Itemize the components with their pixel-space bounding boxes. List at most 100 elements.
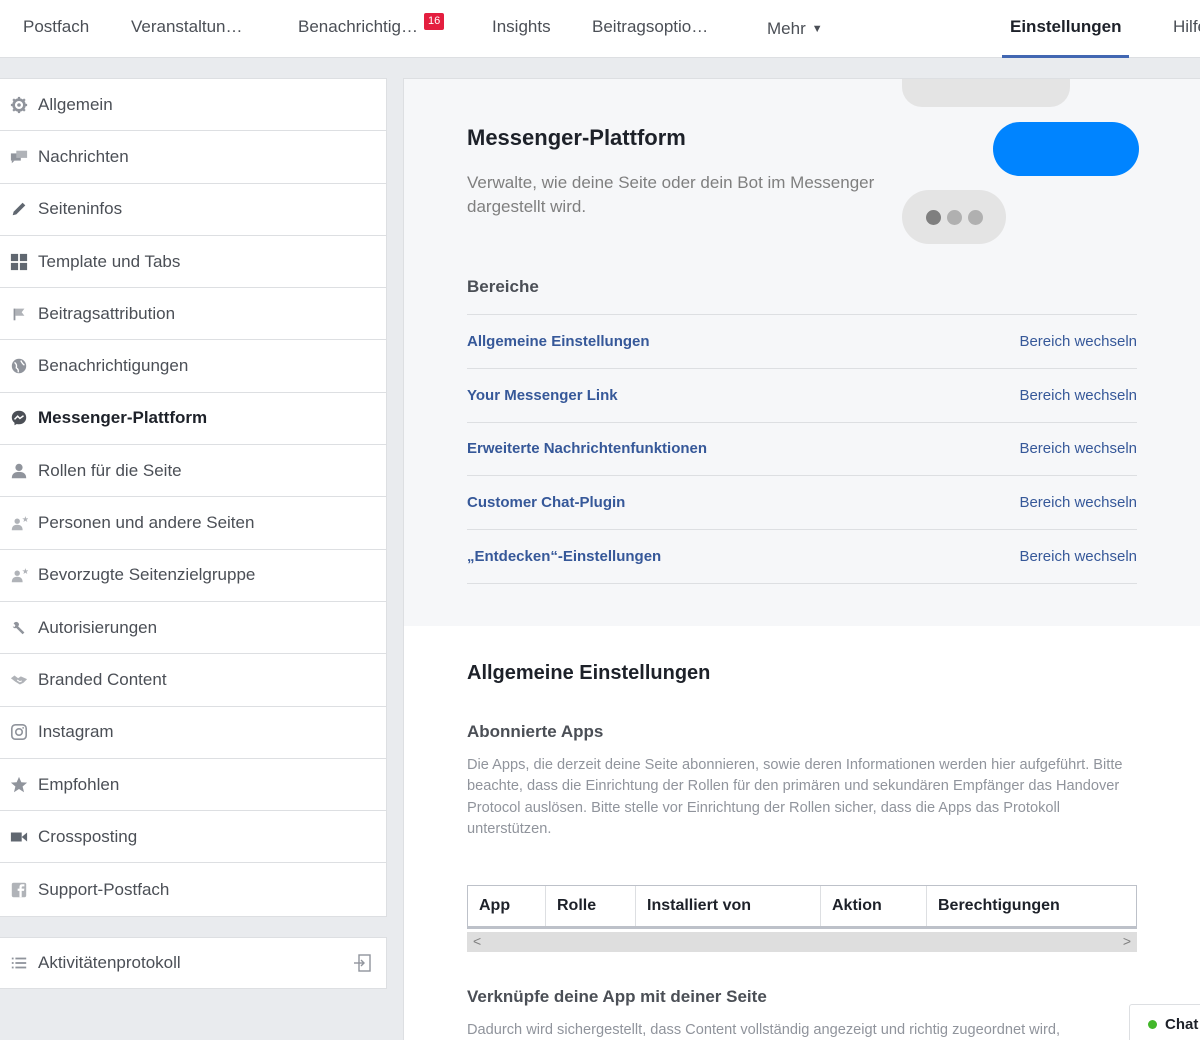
top-navigation: Postfach Veranstaltun… Benachrichtig… 16 … — [0, 0, 1200, 58]
tab-hilfe[interactable]: Hilfe — [1173, 0, 1200, 58]
sidebar-item-rollen[interactable]: Rollen für die Seite — [0, 445, 386, 498]
sidebar-item-empfohlen[interactable]: Empfohlen — [0, 759, 386, 812]
tab-veranstaltungen[interactable]: Veranstaltun… — [131, 0, 243, 58]
grid-icon — [8, 251, 30, 273]
chat-bubble-illustration — [993, 122, 1139, 176]
tab-beitragsoptionen[interactable]: Beitragsoptio… — [592, 0, 708, 58]
settings-sidebar: Allgemein Nachrichten Seiteninfos Templa… — [0, 78, 387, 917]
sidebar-item-crossposting[interactable]: Crossposting — [0, 811, 386, 864]
area-link[interactable]: Allgemeine Einstellungen — [467, 333, 650, 350]
typing-dot — [925, 209, 941, 225]
area-link[interactable]: „Entdecken“-Einstellungen — [467, 548, 661, 565]
subscribed-apps-table: App Rolle Installiert von Aktion Berecht… — [467, 885, 1137, 929]
column-header: Installiert von — [636, 886, 821, 926]
sidebar-item-branded-content[interactable]: Branded Content — [0, 654, 386, 707]
area-row: Erweiterte Nachrichtenfunktionen Bereich… — [467, 423, 1137, 477]
instagram-icon — [8, 721, 30, 743]
tab-mehr[interactable]: Mehr ▼ — [767, 2, 823, 60]
sidebar-item-instagram[interactable]: Instagram — [0, 707, 386, 759]
tab-label: Mehr — [767, 19, 806, 38]
flag-icon — [8, 303, 30, 325]
sidebar-item-allgemein[interactable]: Allgemein — [0, 79, 386, 132]
column-header: App — [468, 886, 546, 926]
sidebar-item-beitragsattribution[interactable]: Beitragsattribution — [0, 288, 386, 341]
sidebar-item-label: Rollen für die Seite — [38, 460, 182, 480]
sidebar-item-label: Instagram — [38, 722, 114, 742]
switch-area-link[interactable]: Bereich wechseln — [1019, 333, 1137, 350]
chat-label: Chat — [1165, 1015, 1199, 1033]
notification-badge: 16 — [424, 13, 445, 30]
svg-text:★: ★ — [22, 566, 28, 576]
typing-dot — [967, 209, 983, 225]
messages-icon — [8, 146, 30, 168]
sidebar-item-label: Support-Postfach — [38, 879, 170, 899]
list-icon — [8, 952, 30, 974]
column-header: Berechtigungen — [938, 897, 1060, 914]
sidebar-item-label: Empfohlen — [38, 774, 120, 794]
horizontal-scrollbar[interactable]: < > — [467, 932, 1137, 952]
pencil-icon — [8, 198, 30, 220]
area-row: Allgemeine Einstellungen Bereich wechsel… — [467, 315, 1137, 369]
sidebar-item-aktivitaetenprotokoll[interactable]: Aktivitätenprotokoll — [0, 937, 387, 989]
sidebar-item-label: Benachrichtigungen — [38, 356, 189, 376]
subscribed-apps-description: Die Apps, die derzeit deine Seite abonni… — [467, 757, 1123, 837]
sidebar-item-label: Nachrichten — [38, 146, 129, 166]
chat-button[interactable]: Chat — [1129, 1004, 1200, 1040]
area-link[interactable]: Your Messenger Link — [467, 387, 618, 404]
link-app-description: Dadurch wird sichergestellt, dass Conten… — [467, 1022, 1060, 1038]
sidebar-item-template-tabs[interactable]: Template und Tabs — [0, 236, 386, 289]
sidebar-item-personen-seiten[interactable]: ★ Personen und andere Seiten — [0, 497, 386, 550]
facebook-icon — [8, 879, 30, 901]
main-panel: Messenger-Plattform Verwalte, wie deine … — [403, 78, 1200, 1040]
switch-area-link[interactable]: Bereich wechseln — [1019, 548, 1137, 565]
gear-icon — [8, 94, 30, 116]
column-header: Rolle — [546, 886, 636, 926]
sidebar-item-label: Aktivitätenprotokoll — [38, 953, 181, 972]
sidebar-item-nachrichten[interactable]: Nachrichten — [0, 131, 386, 184]
sidebar-item-label: Branded Content — [38, 669, 167, 689]
sidebar-item-label: Personen und andere Seiten — [38, 513, 255, 533]
person-star-icon: ★ — [8, 564, 30, 586]
exit-icon[interactable] — [352, 953, 372, 973]
person-star-icon: ★ — [8, 512, 30, 534]
sidebar-item-messenger-plattform[interactable]: Messenger-Plattform — [0, 393, 386, 446]
area-row: Customer Chat-Plugin Bereich wechseln — [467, 476, 1137, 531]
sidebar-item-label: Bevorzugte Seitenzielgruppe — [38, 565, 256, 585]
sidebar-item-seitenzielgruppe[interactable]: ★ Bevorzugte Seitenzielgruppe — [0, 550, 386, 602]
areas-list: Allgemeine Einstellungen Bereich wechsel… — [467, 314, 1137, 584]
section-title: Allgemeine Einstellungen — [467, 662, 711, 684]
sidebar-item-label: Crossposting — [38, 826, 138, 846]
handshake-icon — [8, 669, 30, 691]
page-description: Verwalte, wie deine Seite oder dein Bot … — [467, 173, 875, 216]
tab-einstellungen[interactable]: Einstellungen — [1001, 0, 1130, 58]
caret-down-icon: ▼ — [811, 23, 823, 35]
page-title: Messenger-Plattform — [467, 125, 686, 150]
messenger-hero: Messenger-Plattform Verwalte, wie deine … — [404, 79, 1200, 626]
sidebar-item-label: Seiteninfos — [38, 199, 123, 219]
tab-benachrichtigungen[interactable]: Benachrichtig… 16 — [298, 0, 445, 58]
sidebar-item-autorisierungen[interactable]: Autorisierungen — [0, 602, 386, 655]
sidebar-item-benachrichtigungen[interactable]: Benachrichtigungen — [0, 340, 386, 393]
area-row: Your Messenger Link Bereich wechseln — [467, 369, 1137, 423]
chevron-right-icon[interactable]: > — [1123, 933, 1131, 949]
switch-area-link[interactable]: Bereich wechseln — [1019, 440, 1137, 457]
svg-text:★: ★ — [22, 514, 28, 524]
sidebar-item-label: Template und Tabs — [38, 251, 181, 271]
area-link[interactable]: Customer Chat-Plugin — [467, 494, 625, 511]
sidebar-item-support-postfach[interactable]: Support-Postfach — [0, 863, 386, 915]
wrench-icon — [8, 617, 30, 639]
areas-heading: Bereiche — [467, 277, 539, 296]
chat-bubble-illustration — [902, 79, 1070, 107]
tab-insights[interactable]: Insights — [492, 0, 551, 58]
switch-area-link[interactable]: Bereich wechseln — [1019, 494, 1137, 511]
area-link[interactable]: Erweiterte Nachrichtenfunktionen — [467, 440, 707, 457]
chevron-left-icon[interactable]: < — [473, 933, 481, 949]
sidebar-item-seiteninfos[interactable]: Seiteninfos — [0, 184, 386, 236]
switch-area-link[interactable]: Bereich wechseln — [1019, 387, 1137, 404]
area-row: „Entdecken“-Einstellungen Bereich wechse… — [467, 530, 1137, 584]
tab-postfach[interactable]: Postfach — [23, 0, 89, 58]
online-status-icon — [1148, 1019, 1157, 1029]
messenger-icon — [8, 407, 30, 429]
typing-indicator-illustration — [902, 190, 1006, 244]
sidebar-item-label: Allgemein — [38, 94, 113, 114]
